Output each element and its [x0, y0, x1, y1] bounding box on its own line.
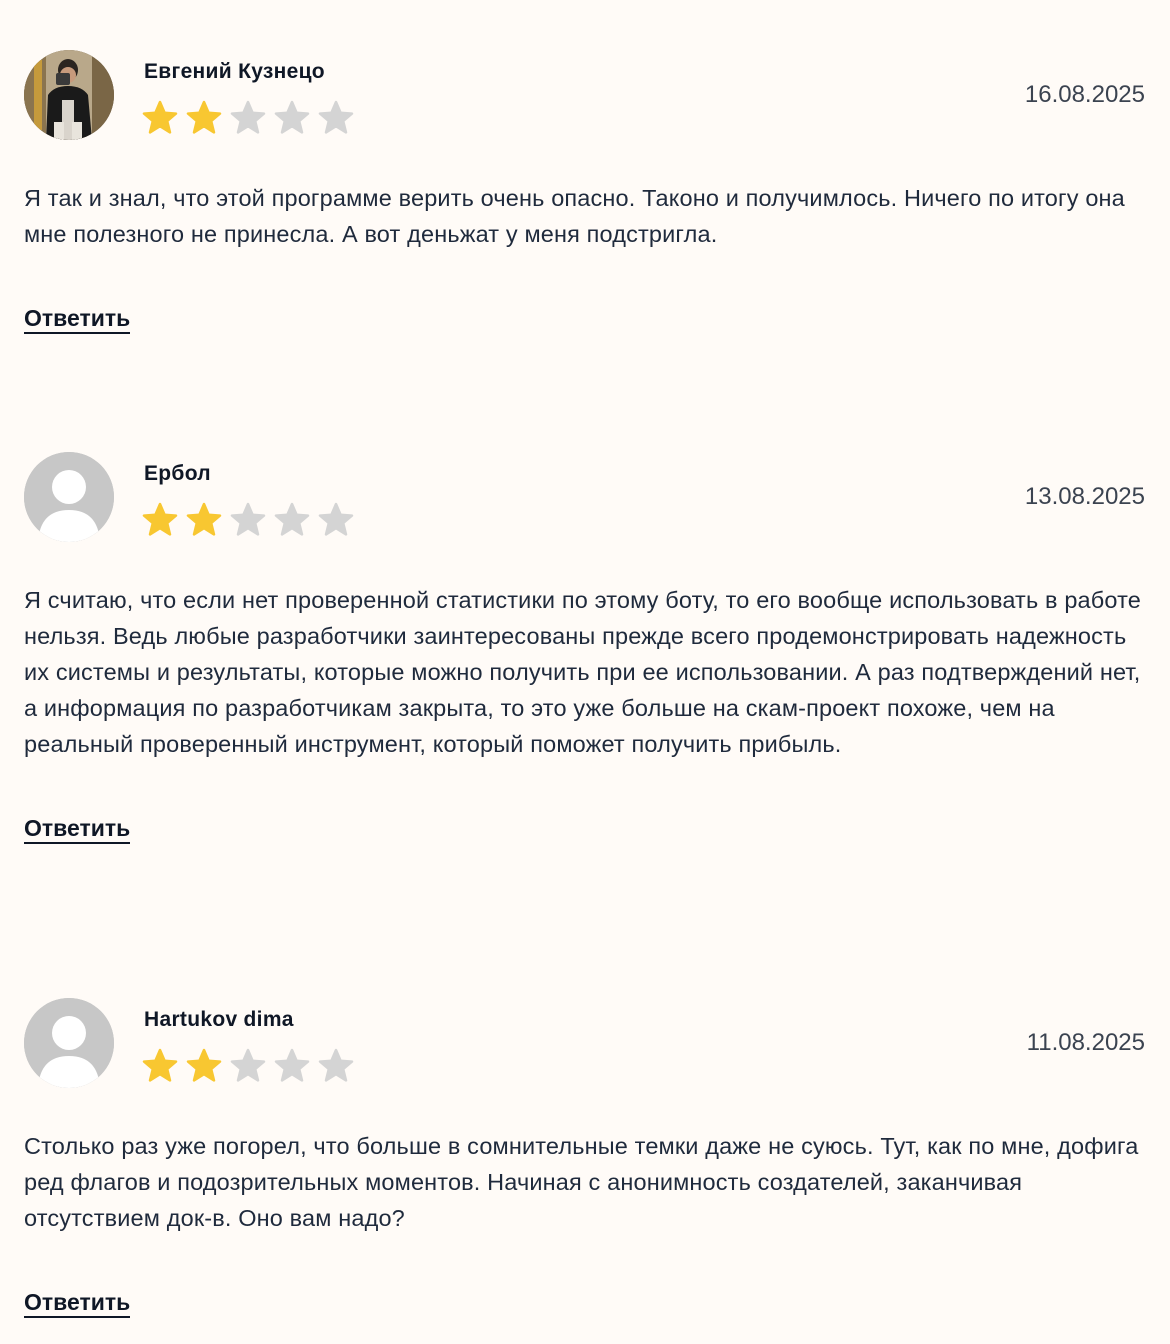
review-text: Я считаю, что если нет проверенной стати… — [24, 587, 1141, 757]
review-item: Евгений Кузнецо 16.08.2025 Я так и знал,… — [24, 50, 1145, 334]
review-header: Евгений Кузнецо 16.08.2025 — [24, 50, 1145, 140]
star-empty-icon — [230, 502, 266, 542]
default-user-icon — [24, 998, 114, 1088]
star-empty-icon — [318, 502, 354, 542]
star-rating — [142, 100, 354, 140]
review-text: Я так и знал, что этой программе верить … — [24, 185, 1125, 247]
review-date: 13.08.2025 — [1024, 483, 1145, 510]
star-rating — [142, 502, 354, 542]
author-name: Евгений Кузнецо — [144, 60, 325, 83]
reply-link[interactable]: Ответить — [24, 304, 131, 334]
avatar — [24, 452, 114, 542]
reply-link[interactable]: Ответить — [24, 1288, 131, 1318]
star-empty-icon — [274, 502, 310, 542]
star-empty-icon — [274, 100, 310, 140]
star-rating — [142, 1048, 354, 1088]
star-empty-icon — [230, 1048, 266, 1088]
star-filled-icon — [186, 100, 222, 140]
review-header: Hartukov dima 11.08.2025 — [24, 998, 1145, 1088]
star-empty-icon — [230, 100, 266, 140]
star-filled-icon — [186, 1048, 222, 1088]
review-item: Hartukov dima 11.08.2025 Столько раз уже… — [24, 998, 1145, 1318]
review-item: Ербол 13.08.2025 Я считаю, что если нет … — [24, 452, 1145, 844]
avatar — [24, 998, 114, 1088]
star-empty-icon — [274, 1048, 310, 1088]
avatar — [24, 50, 114, 140]
author-name: Ербол — [144, 462, 211, 485]
review-header: Ербол 13.08.2025 — [24, 452, 1145, 542]
author-name: Hartukov dima — [144, 1008, 294, 1031]
default-user-icon — [24, 452, 114, 542]
star-empty-icon — [318, 100, 354, 140]
star-filled-icon — [142, 1048, 178, 1088]
review-date: 11.08.2025 — [1026, 1029, 1145, 1056]
reply-link[interactable]: Ответить — [24, 814, 131, 844]
review-date: 16.08.2025 — [1024, 81, 1145, 108]
review-text: Столько раз уже погорел, что больше в со… — [24, 1133, 1139, 1231]
star-filled-icon — [186, 502, 222, 542]
star-empty-icon — [318, 1048, 354, 1088]
star-filled-icon — [142, 502, 178, 542]
star-filled-icon — [142, 100, 178, 140]
user-photo-icon — [24, 50, 114, 140]
